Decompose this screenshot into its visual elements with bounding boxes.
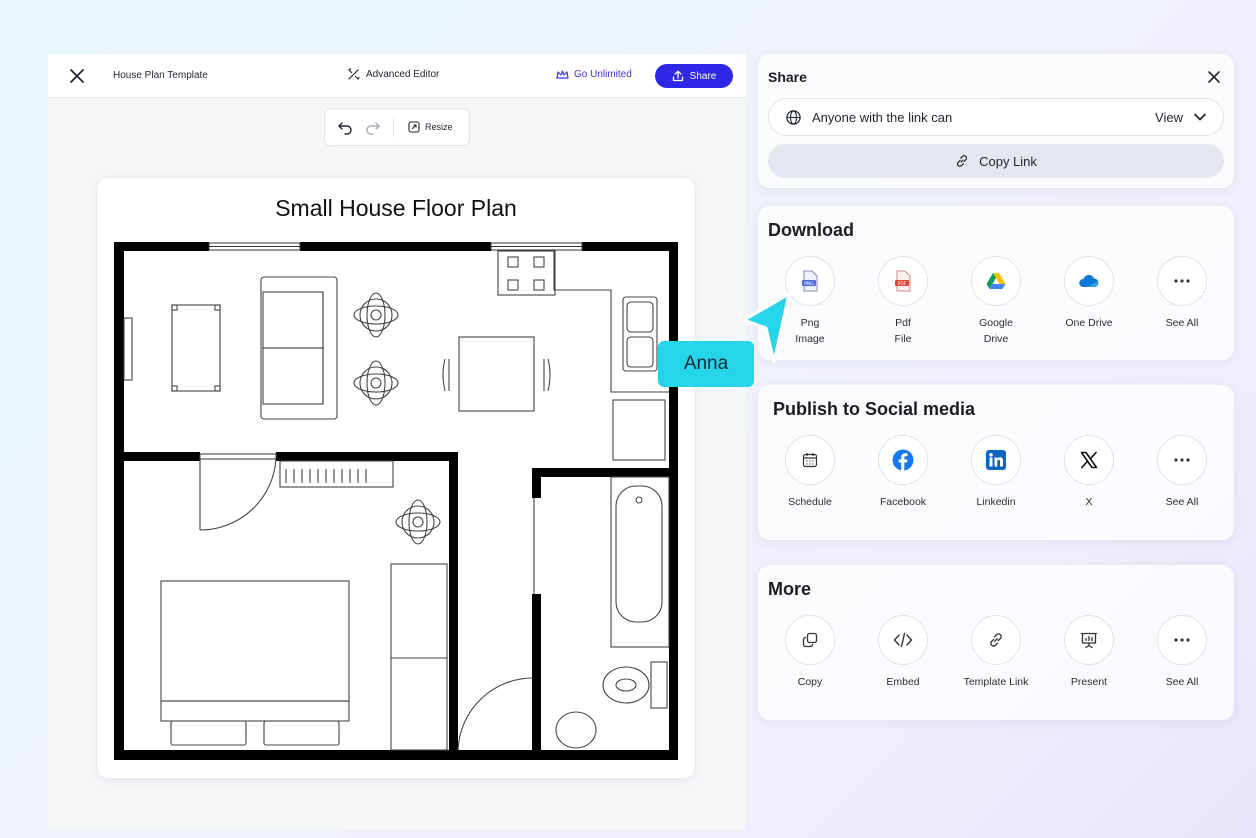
editor-window: House Plan Template Advanced Editor Go U… xyxy=(48,54,746,830)
canvas-card: Small House Floor Plan xyxy=(98,178,694,778)
crown-icon xyxy=(556,70,569,79)
embed-label: Embed xyxy=(886,676,920,688)
x-option[interactable]: X xyxy=(1042,435,1136,510)
plan-title: Small House Floor Plan xyxy=(275,195,517,221)
svg-text:PDF: PDF xyxy=(898,281,907,287)
copy-option[interactable]: Copy xyxy=(763,615,857,690)
more-panel: More Copy Embed Template Link Present Se… xyxy=(758,565,1234,720)
schedule-option[interactable]: Schedule xyxy=(763,435,857,510)
social-options: Schedule Facebook Linkedin X See All xyxy=(763,435,1229,535)
template-link-label: Template Link xyxy=(963,676,1029,688)
google-drive-icon xyxy=(971,256,1021,306)
copy-link-label: Copy Link xyxy=(979,153,1037,169)
onedrive-label: One Drive xyxy=(1065,317,1113,329)
presentation-icon xyxy=(1064,615,1114,665)
embed-option[interactable]: Embed xyxy=(856,615,950,690)
upload-icon xyxy=(672,70,683,82)
social-panel: Publish to Social media Schedule Faceboo… xyxy=(758,385,1234,540)
editor-topbar: House Plan Template Advanced Editor Go U… xyxy=(48,54,746,98)
more-icon xyxy=(1157,435,1207,485)
advanced-editor-label: Advanced Editor xyxy=(366,69,440,80)
permission-value: View xyxy=(1155,109,1183,125)
facebook-label: Facebook xyxy=(879,496,927,508)
undo-icon[interactable] xyxy=(337,119,353,135)
present-label: Present xyxy=(1070,676,1108,688)
present-option[interactable]: Present xyxy=(1042,615,1136,690)
onedrive-option[interactable]: One Drive xyxy=(1042,256,1136,331)
social-see-all-label: See All xyxy=(1165,496,1199,508)
social-see-all[interactable]: See All xyxy=(1135,435,1229,510)
more-icon xyxy=(1157,256,1207,306)
close-icon[interactable] xyxy=(68,67,86,85)
floor-plan-drawing[interactable] xyxy=(114,242,678,760)
copy-link-button[interactable]: Copy Link xyxy=(768,144,1224,178)
tools-icon xyxy=(348,68,360,80)
globe-icon xyxy=(786,109,801,125)
more-options: Copy Embed Template Link Present See All xyxy=(763,615,1229,715)
chevron-down-icon xyxy=(1194,113,1206,121)
resize-label: Resize xyxy=(425,122,453,132)
advanced-editor-button[interactable]: Advanced Editor xyxy=(347,68,439,81)
download-see-all[interactable]: See All xyxy=(1135,256,1229,331)
toolbar-divider xyxy=(393,117,394,137)
onedrive-icon xyxy=(1064,256,1114,306)
template-link-option[interactable]: Template Link xyxy=(949,615,1043,690)
more-see-all[interactable]: See All xyxy=(1135,615,1229,690)
collaborator-name-tag: Anna xyxy=(658,341,754,387)
calendar-icon xyxy=(785,435,835,485)
linkedin-icon xyxy=(971,435,1021,485)
more-icon xyxy=(1157,615,1207,665)
facebook-option[interactable]: Facebook xyxy=(856,435,950,510)
facebook-icon xyxy=(878,435,928,485)
more-title: More xyxy=(768,579,812,599)
pdf-file-icon: PDF xyxy=(878,256,928,306)
download-options: PNG Png Image PDF Pdf File Google Drive … xyxy=(763,256,1229,356)
linkedin-option[interactable]: Linkedin xyxy=(949,435,1043,510)
more-see-all-label: See All xyxy=(1165,676,1199,688)
link-access-text: Anyone with the link can xyxy=(812,109,953,125)
link-icon xyxy=(957,155,968,167)
download-pdf-label: Pdf File xyxy=(894,317,912,345)
google-drive-option[interactable]: Google Drive xyxy=(949,256,1043,347)
share-button[interactable]: Share xyxy=(655,64,733,88)
link-icon xyxy=(971,615,1021,665)
google-drive-label: Google Drive xyxy=(979,317,1013,345)
resize-icon xyxy=(408,121,420,133)
redo-icon[interactable] xyxy=(365,119,381,135)
share-panel: Share Anyone with the link can View Copy… xyxy=(758,54,1234,188)
code-icon xyxy=(878,615,928,665)
document-title: House Plan Template xyxy=(113,70,208,81)
schedule-label: Schedule xyxy=(788,496,832,508)
share-panel-title: Share xyxy=(768,69,807,85)
download-see-all-label: See All xyxy=(1165,317,1199,329)
x-label: X xyxy=(1085,496,1093,508)
download-pdf-option[interactable]: PDF Pdf File xyxy=(856,256,950,347)
linkedin-label: Linkedin xyxy=(976,496,1016,508)
copy-icon xyxy=(785,615,835,665)
go-unlimited-button[interactable]: Go Unlimited xyxy=(556,69,632,80)
download-panel: Download PNG Png Image PDF Pdf File Goog… xyxy=(758,206,1234,360)
editor-toolbar: Resize xyxy=(324,108,470,146)
share-button-label: Share xyxy=(689,70,717,82)
social-title: Publish to Social media xyxy=(773,399,976,419)
resize-button[interactable]: Resize xyxy=(408,121,453,133)
x-icon xyxy=(1064,435,1114,485)
permission-dropdown[interactable]: View xyxy=(1155,110,1207,125)
link-access-select[interactable]: Anyone with the link can View xyxy=(768,98,1224,136)
download-title: Download xyxy=(768,220,854,240)
go-unlimited-label: Go Unlimited xyxy=(574,69,632,80)
svg-text:PNG: PNG xyxy=(804,281,814,287)
close-icon[interactable] xyxy=(1206,69,1222,85)
collaborator-name: Anna xyxy=(683,353,729,374)
copy-label: Copy xyxy=(797,676,823,688)
